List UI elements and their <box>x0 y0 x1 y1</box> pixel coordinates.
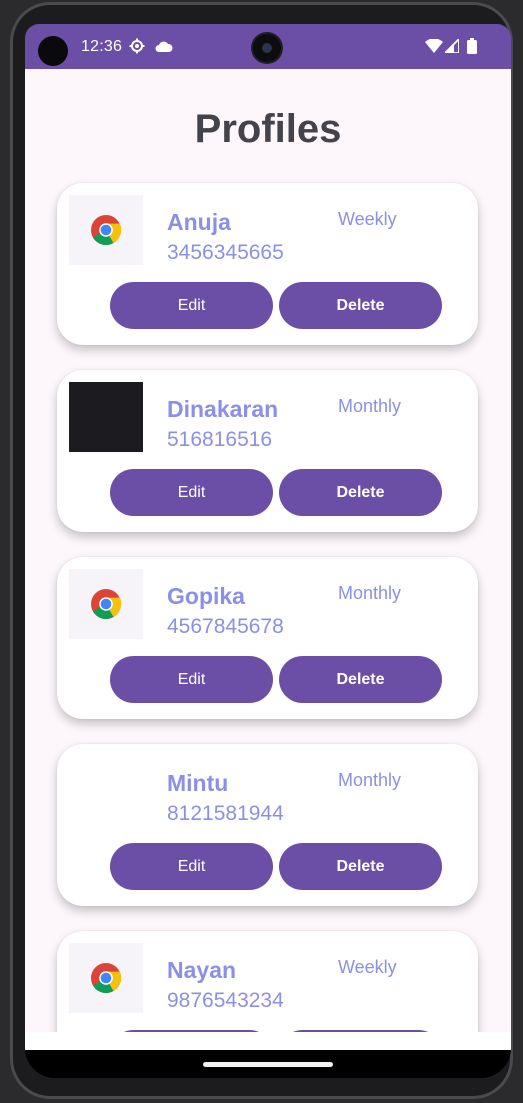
delete-button[interactable]: Delete <box>279 282 442 329</box>
device-screen: 12:36 Profiles Anuja 3456345665 Weekly Edit… <box>25 24 511 1078</box>
profile-name: Dinakaran <box>167 396 279 422</box>
profile-avatar <box>69 756 143 826</box>
chrome-logo <box>91 215 122 246</box>
profile-plan: Weekly <box>338 209 397 229</box>
settings-icon <box>129 38 145 59</box>
status-bar: 12:36 <box>25 24 511 69</box>
delete-button[interactable]: Delete <box>279 469 442 516</box>
profile-plan: Monthly <box>338 770 402 790</box>
profile-name: Anuja <box>167 209 231 235</box>
profile-plan: Monthly <box>338 396 402 416</box>
edit-button[interactable]: Edit <box>110 469 273 516</box>
navigation-bar <box>25 1050 511 1078</box>
profile-card: Mintu 8121581944 Monthly Edit Delete <box>57 744 478 906</box>
chrome-logo <box>91 963 122 994</box>
profile-plan: Weekly <box>338 957 397 977</box>
chrome-icon <box>69 569 143 639</box>
profile-phone: 4567845678 <box>167 615 284 638</box>
profile-card: Gopika 4567845678 Monthly Edit Delete <box>57 557 478 719</box>
bottom-strip <box>25 1032 511 1050</box>
delete-button[interactable]: Delete <box>279 656 442 703</box>
page-title: Profiles <box>194 107 342 151</box>
profile-name: Gopika <box>167 583 245 609</box>
wifi-icon <box>425 38 443 58</box>
signal-icon <box>442 36 460 58</box>
chrome-icon <box>69 943 143 1013</box>
profile-avatar <box>69 382 143 452</box>
profile-phone: 516816516 <box>167 428 273 451</box>
profile-phone: 3456345665 <box>167 241 284 264</box>
cloud-icon <box>155 40 173 58</box>
profile-card: Anuja 3456345665 Weekly Edit Delete <box>57 183 478 345</box>
front-camera <box>253 34 281 62</box>
profile-name: Mintu <box>167 770 229 796</box>
profile-name: Nayan <box>167 957 237 983</box>
profile-phone: 8121581944 <box>167 802 284 825</box>
chrome-logo <box>91 589 122 620</box>
edit-button[interactable]: Edit <box>110 282 273 329</box>
profile-card: Nayan9876543234WeeklyEditDelete <box>57 931 478 1032</box>
status-time: 12:36 <box>81 38 123 55</box>
camera-cutout <box>38 36 68 66</box>
home-gesture-handle[interactable] <box>203 1062 333 1067</box>
profile-plan: Monthly <box>338 583 402 603</box>
battery-icon <box>467 38 477 59</box>
chrome-icon <box>69 195 143 265</box>
profile-card: Dinakaran 516816516 Monthly Edit Delete <box>57 370 478 532</box>
profile-phone: 9876543234 <box>167 989 284 1012</box>
edit-button[interactable]: Edit <box>110 843 273 890</box>
delete-button[interactable]: Delete <box>279 843 442 890</box>
edit-button[interactable]: Edit <box>110 656 273 703</box>
app-content[interactable]: Profiles Anuja 3456345665 Weekly Edit Delete… <box>25 69 511 1032</box>
